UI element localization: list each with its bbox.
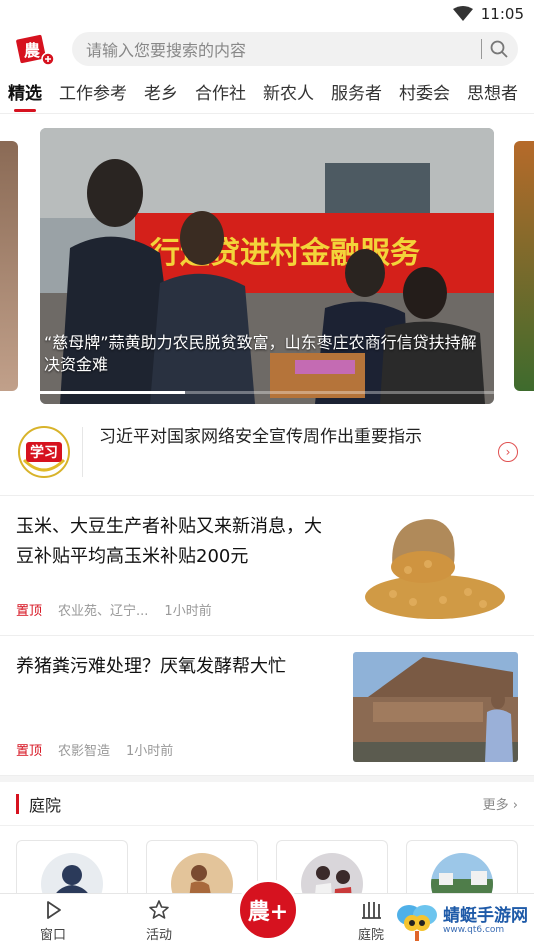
news-item[interactable]: 养猪粪污难处理？厌氧发酵帮大忙 置顶 农影智造 1小时前 <box>0 636 534 776</box>
study-divider <box>82 426 83 477</box>
study-bulletin[interactable]: 学习 习近平对国家网络安全宣传周作出重要指示 › <box>0 408 534 496</box>
courtyard-title: 庭院 <box>29 795 62 815</box>
news-thumbnail[interactable] <box>353 652 518 762</box>
wifi-icon <box>452 6 473 21</box>
news-item[interactable]: 玉米、大豆生产者补贴又来新消息，大豆补贴平均高玉米补贴200元 置顶 农业苑、辽… <box>0 496 534 636</box>
tab-thinker[interactable]: 思想者 <box>467 71 518 112</box>
news-source: 农业苑、辽宁... <box>58 604 149 619</box>
play-icon <box>47 901 61 919</box>
watermark-title: 蜻蜓手游网 <box>443 906 528 926</box>
tab-townsman[interactable]: 老乡 <box>144 71 178 112</box>
dragonfly-logo-icon <box>397 905 437 941</box>
tab-cooperative[interactable]: 合作社 <box>195 71 246 112</box>
tab-new-farmer[interactable]: 新农人 <box>263 71 314 112</box>
courtyard-header: 庭院 更多 › <box>0 782 534 826</box>
news-meta: 置顶 农业苑、辽宁... 1小时前 <box>16 600 339 619</box>
banner-slide[interactable]: 行送贷进村金融服务 “慈母牌”蒜黄助力农民脱贫致富，山东枣庄农商行信贷扶持解决资… <box>40 128 494 404</box>
watermark: 蜻蜓手游网 www.qt6.com <box>395 901 528 941</box>
news-meta: 置顶 农影智造 1小时前 <box>16 740 339 759</box>
top-bar: 農 请输入您要搜索的内容 <box>0 28 534 70</box>
prev-slide-peek[interactable] <box>0 141 18 391</box>
nav-activity[interactable]: 活动 <box>106 899 212 943</box>
nav-window[interactable]: 窗口 <box>0 899 106 943</box>
fab-label: 農+ <box>247 899 289 925</box>
svg-text:農: 農 <box>24 41 41 60</box>
banner-progress <box>40 391 494 394</box>
news-thumbnail[interactable] <box>353 512 518 622</box>
news-time: 1小时前 <box>164 604 212 619</box>
banner-progress-fill <box>40 391 186 394</box>
nav-courtyard-label: 庭院 <box>357 928 384 943</box>
news-time: 1小时前 <box>126 744 174 759</box>
courtyard-icon <box>362 902 381 919</box>
search-divider <box>481 39 482 59</box>
more-link[interactable]: 更多 › <box>483 794 518 813</box>
study-logo-icon: 学习 <box>18 425 70 478</box>
watermark-url: www.qt6.com <box>443 925 505 935</box>
banner-carousel[interactable]: 行送贷进村金融服务 “慈母牌”蒜黄助力农民脱贫致富，山东枣庄农商行信贷扶持解决资… <box>0 121 534 404</box>
pinned-tag: 置顶 <box>16 604 43 619</box>
more-label: 更多 <box>482 798 509 813</box>
news-title[interactable]: 养猪粪污难处理？厌氧发酵帮大忙 <box>16 652 339 682</box>
status-time: 11:05 <box>480 5 524 23</box>
tab-servicer[interactable]: 服务者 <box>331 71 382 112</box>
news-source: 农影智造 <box>58 744 111 759</box>
banner-caption: “慈母牌”蒜黄助力农民脱贫致富，山东枣庄农商行信贷扶持解决资金难 <box>44 333 477 374</box>
app-logo[interactable]: 農 <box>16 31 56 67</box>
status-bar: 11:05 <box>0 0 534 28</box>
tab-featured[interactable]: 精选 <box>8 71 42 112</box>
study-headline[interactable]: 习近平对国家网络安全宣传周作出重要指示 <box>99 422 498 447</box>
news-title[interactable]: 玉米、大豆生产者补贴又来新消息，大豆补贴平均高玉米补贴200元 <box>16 512 339 572</box>
pinned-tag: 置顶 <box>16 744 43 759</box>
nav-activity-label: 活动 <box>145 928 172 943</box>
publish-fab-button[interactable]: 農+ <box>237 879 299 941</box>
star-icon <box>149 900 169 919</box>
search-box[interactable]: 请输入您要搜索的内容 <box>72 32 518 66</box>
tab-work-reference[interactable]: 工作参考 <box>59 71 127 112</box>
nav-window-label: 窗口 <box>39 928 66 943</box>
next-slide-peek[interactable] <box>514 141 534 391</box>
tab-village-committee[interactable]: 村委会 <box>399 71 450 112</box>
search-icon[interactable] <box>490 40 508 58</box>
search-input[interactable]: 请输入您要搜索的内容 <box>86 37 473 61</box>
chevron-right-icon[interactable]: › <box>498 441 518 462</box>
study-logo-text: 学习 <box>30 444 58 461</box>
section-marker <box>16 793 19 814</box>
category-tabs: 精选 工作参考 老乡 合作社 新农人 服务者 村委会 思想者 农 <box>0 70 534 114</box>
